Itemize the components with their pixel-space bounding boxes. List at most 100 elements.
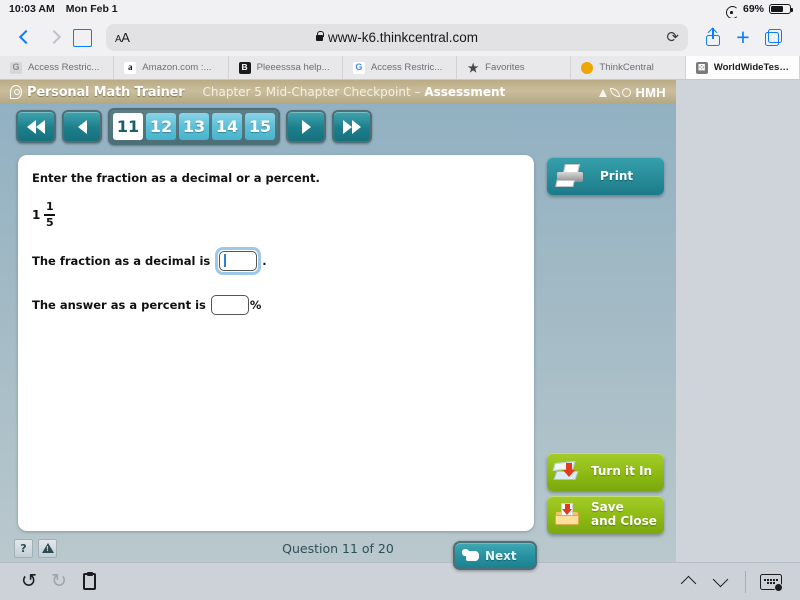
next-page-button[interactable] xyxy=(286,110,326,143)
favicon-icon: a xyxy=(124,61,137,74)
print-button[interactable]: Print xyxy=(547,157,664,195)
bookmark-label: Pleeesssa help... xyxy=(256,62,330,73)
double-right-arrow-icon xyxy=(343,119,361,134)
percent-answer-row: The answer as a percent is % xyxy=(32,294,520,315)
decimal-answer-row: The fraction as a decimal is . xyxy=(32,246,520,275)
bookmarks-button[interactable] xyxy=(68,23,96,51)
reload-icon[interactable]: ⟳ xyxy=(666,28,679,46)
save-and-close-button[interactable]: Save and Close xyxy=(547,496,664,534)
last-page-button[interactable] xyxy=(332,110,372,143)
help-button[interactable]: ? xyxy=(14,538,33,558)
wifi-icon xyxy=(725,4,738,14)
bookmark-item[interactable]: ThinkCentral xyxy=(571,56,686,79)
bookmark-item[interactable]: ⊠ WorldWideTest... xyxy=(685,56,800,79)
redo-button[interactable]: ↻ xyxy=(44,567,74,597)
bookmark-label: WorldWideTest... xyxy=(713,62,789,73)
app-brand-label: Personal Math Trainer xyxy=(27,84,185,100)
bookmark-label: Access Restric... xyxy=(28,62,100,73)
alert-button[interactable] xyxy=(38,538,57,558)
favicon-icon: ★ xyxy=(467,60,479,75)
app-brand: Personal Math Trainer xyxy=(10,85,185,100)
decimal-answer-label: The fraction as a decimal is xyxy=(32,253,211,268)
page-tile-13[interactable]: 13 xyxy=(179,113,209,140)
url-text: www-k6.thinkcentral.com xyxy=(327,29,479,45)
favicon-icon: ⊠ xyxy=(695,61,708,74)
ipad-bottom-toolbar: ↺ ↻ xyxy=(0,562,800,600)
bookmark-item[interactable]: B Pleeesssa help... xyxy=(229,56,343,79)
bookmark-item[interactable]: G Access Restric... xyxy=(343,56,458,79)
hmh-shapes-icon xyxy=(598,87,632,97)
chevron-up-icon xyxy=(680,575,696,592)
toolbar-divider xyxy=(745,570,746,593)
page-tile-14[interactable]: 14 xyxy=(212,113,242,140)
lock-icon xyxy=(315,31,324,41)
hide-keyboard-button[interactable] xyxy=(756,567,786,597)
mixed-number-whole: 1 xyxy=(32,207,41,222)
page-number-group: 11 12 13 14 15 xyxy=(108,108,280,145)
bookmark-label: ThinkCentral xyxy=(599,62,654,73)
next-question-button[interactable]: Next xyxy=(453,541,537,570)
status-time: 10:03 AM xyxy=(9,3,55,15)
folder-download-icon xyxy=(553,502,583,528)
bookmark-label: Amazon.com :... xyxy=(142,62,212,73)
back-button[interactable] xyxy=(12,23,40,51)
previous-field-button[interactable] xyxy=(673,567,703,597)
favicon-icon: G xyxy=(10,61,22,74)
fraction-numerator: 1 xyxy=(46,200,54,213)
page-tile-12[interactable]: 12 xyxy=(146,113,176,140)
show-tabs-button[interactable] xyxy=(758,23,788,51)
next-button-label: Next xyxy=(485,548,517,563)
favicon-icon: G xyxy=(352,61,365,74)
percent-suffix: % xyxy=(249,297,262,312)
bookmark-item[interactable]: G Access Restric... xyxy=(0,56,115,79)
warning-triangle-icon xyxy=(41,543,54,553)
text-size-button[interactable]: AA xyxy=(115,30,130,45)
undo-icon: ↺ xyxy=(21,570,37,592)
paste-button[interactable] xyxy=(74,567,104,597)
plus-icon: + xyxy=(736,23,750,50)
question-panel: Enter the fraction as a decimal or a per… xyxy=(18,155,534,531)
turn-it-in-button[interactable]: Turn it In xyxy=(547,453,664,491)
next-field-button[interactable] xyxy=(705,567,735,597)
bookmark-label: Access Restric... xyxy=(370,62,443,73)
share-button[interactable] xyxy=(698,23,728,51)
hmh-logo: HMH xyxy=(598,85,666,100)
previous-page-button[interactable] xyxy=(62,110,102,143)
save-and-close-line1: Save xyxy=(591,500,624,515)
fraction-denominator: 5 xyxy=(46,216,54,230)
decimal-suffix: . xyxy=(262,253,267,268)
bookmark-item[interactable]: a Amazon.com :... xyxy=(114,56,229,79)
left-arrow-icon xyxy=(77,119,87,134)
bookmark-item[interactable]: ★ Favorites xyxy=(457,56,572,79)
tabs-icon xyxy=(764,28,782,46)
new-tab-button[interactable]: + xyxy=(728,23,758,51)
hmh-logo-text: HMH xyxy=(635,84,666,100)
safari-toolbar: AA www-k6.thinkcentral.com ⟳ + xyxy=(0,18,800,56)
page-tile-11[interactable]: 11 xyxy=(113,113,143,140)
clipboard-icon xyxy=(82,571,96,590)
app-footer: ? Question 11 of 20 xyxy=(0,534,676,562)
favicon-icon: B xyxy=(238,61,251,74)
forward-button[interactable] xyxy=(40,23,68,51)
chevron-left-icon xyxy=(18,29,34,45)
battery-icon xyxy=(769,3,794,15)
battery-percent-label: 69% xyxy=(742,3,764,15)
fraction: 1 5 xyxy=(44,200,56,230)
book-icon xyxy=(72,29,92,47)
address-bar[interactable]: AA www-k6.thinkcentral.com ⟳ xyxy=(106,23,688,51)
stack-upload-icon xyxy=(552,459,583,485)
save-and-close-label: Save and Close xyxy=(591,500,657,529)
undo-button[interactable]: ↺ xyxy=(14,567,44,597)
owl-logo-icon xyxy=(10,85,22,99)
percent-input[interactable] xyxy=(210,294,249,315)
assessment-title: Chapter 5 Mid-Chapter Checkpoint – Asses… xyxy=(203,85,506,99)
decimal-input-wrapper[interactable] xyxy=(215,246,262,275)
chevron-down-icon xyxy=(712,571,728,588)
share-icon xyxy=(706,28,720,46)
percent-input-wrapper[interactable] xyxy=(210,294,249,315)
decimal-input[interactable] xyxy=(219,250,258,271)
bookmark-label: Favorites xyxy=(485,62,525,73)
chevron-right-icon xyxy=(46,29,62,45)
page-tile-15[interactable]: 15 xyxy=(245,113,275,140)
first-page-button[interactable] xyxy=(16,110,56,143)
